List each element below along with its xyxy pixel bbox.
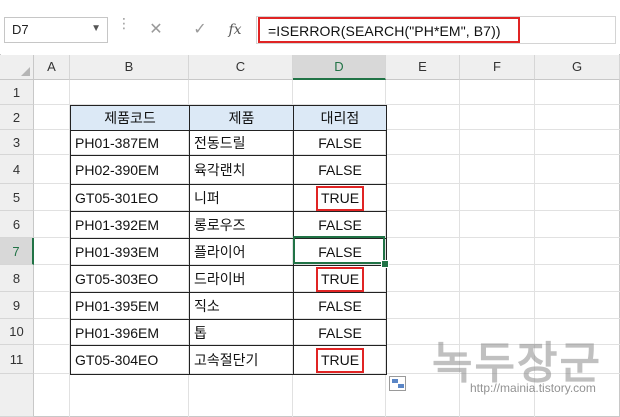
table-header-cell[interactable]: 대리점	[293, 105, 387, 131]
chevron-down-icon[interactable]: ▼	[91, 23, 101, 34]
column-header-g[interactable]: G	[535, 55, 620, 80]
formula-bar: D7 ▼ ⋮ ✕ ✓ fx =ISERROR(SEARCH("PH*EM", B…	[0, 0, 620, 54]
product-code-cell[interactable]: PH01-395EM	[70, 292, 190, 320]
result-cell[interactable]: FALSE	[293, 130, 387, 156]
drag-handle-icon[interactable]: ⋮	[117, 16, 131, 40]
fill-handle[interactable]	[381, 260, 389, 268]
product-code-cell[interactable]: GT05-303EO	[70, 265, 190, 293]
result-cell[interactable]: FALSE	[293, 211, 387, 239]
row-header-4[interactable]: 4	[0, 155, 34, 184]
highlighted-result: TRUE	[315, 348, 365, 373]
column-header-b[interactable]: B	[70, 55, 189, 80]
product-name-cell[interactable]: 플라이어	[189, 238, 294, 266]
row-header-5[interactable]: 5	[0, 184, 34, 211]
product-name-cell[interactable]: 직소	[189, 292, 294, 320]
enter-icon[interactable]: ✓	[188, 19, 212, 41]
product-code-cell[interactable]: GT05-301EO	[70, 184, 190, 212]
product-name-cell[interactable]: 니퍼	[189, 184, 294, 212]
product-name-cell[interactable]: 톱	[189, 319, 294, 346]
result-cell[interactable]: TRUE	[293, 345, 387, 375]
name-box-value: D7	[12, 22, 29, 37]
result-cell[interactable]: TRUE	[293, 265, 387, 293]
quick-analysis-icon[interactable]	[389, 376, 406, 391]
cancel-icon[interactable]: ✕	[144, 19, 168, 41]
active-cell-border	[293, 236, 385, 264]
row-header-6[interactable]: 6	[0, 211, 34, 238]
column-header-c[interactable]: C	[189, 55, 293, 80]
formula-text: =ISERROR(SEARCH("PH*EM", B7))	[268, 23, 501, 39]
name-box[interactable]: D7 ▼	[4, 17, 108, 43]
product-code-cell[interactable]: PH01-393EM	[70, 238, 190, 266]
product-code-cell[interactable]: GT05-304EO	[70, 345, 190, 375]
result-cell[interactable]: TRUE	[293, 184, 387, 212]
row-header-8[interactable]: 8	[0, 265, 34, 292]
row-header-1[interactable]: 1	[0, 80, 34, 105]
product-name-cell[interactable]: 전동드릴	[189, 130, 294, 156]
row-header-11[interactable]: 11	[0, 345, 34, 374]
select-all-button[interactable]	[0, 55, 34, 80]
row-header-3[interactable]: 3	[0, 130, 34, 155]
result-cell[interactable]: FALSE	[293, 292, 387, 320]
product-code-cell[interactable]: PH01-392EM	[70, 211, 190, 239]
highlighted-result: TRUE	[315, 267, 365, 292]
table-header-cell[interactable]: 제품코드	[70, 105, 190, 131]
row-header-9[interactable]: 9	[0, 292, 34, 319]
product-name-cell[interactable]: 육각랜치	[189, 155, 294, 185]
product-code-cell[interactable]: PH01-396EM	[70, 319, 190, 346]
product-name-cell[interactable]: 드라이버	[189, 265, 294, 293]
highlighted-result: TRUE	[315, 186, 365, 211]
row-header-7[interactable]: 7	[0, 238, 34, 265]
table-header-cell[interactable]: 제품	[189, 105, 294, 131]
result-cell[interactable]: FALSE	[293, 319, 387, 346]
column-header-a[interactable]: A	[34, 55, 70, 80]
row-header-2[interactable]: 2	[0, 105, 34, 130]
result-cell[interactable]: FALSE	[293, 155, 387, 185]
row-header-10[interactable]: 10	[0, 319, 34, 345]
product-code-cell[interactable]: PH01-387EM	[70, 130, 190, 156]
column-header-e[interactable]: E	[386, 55, 460, 80]
watermark-url: http://mainia.tistory.com	[470, 381, 596, 395]
watermark: 녹두장군 http://mainia.tistory.com	[432, 327, 602, 395]
formula-input[interactable]: =ISERROR(SEARCH("PH*EM", B7))	[258, 17, 520, 43]
product-code-cell[interactable]: PH02-390EM	[70, 155, 190, 185]
product-name-cell[interactable]: 고속절단기	[189, 345, 294, 375]
column-header-d[interactable]: D	[293, 55, 386, 80]
product-name-cell[interactable]: 롱로우즈	[189, 211, 294, 239]
insert-function-icon[interactable]: fx	[223, 19, 247, 41]
row-header-gutter	[0, 374, 34, 417]
column-header-f[interactable]: F	[460, 55, 535, 80]
